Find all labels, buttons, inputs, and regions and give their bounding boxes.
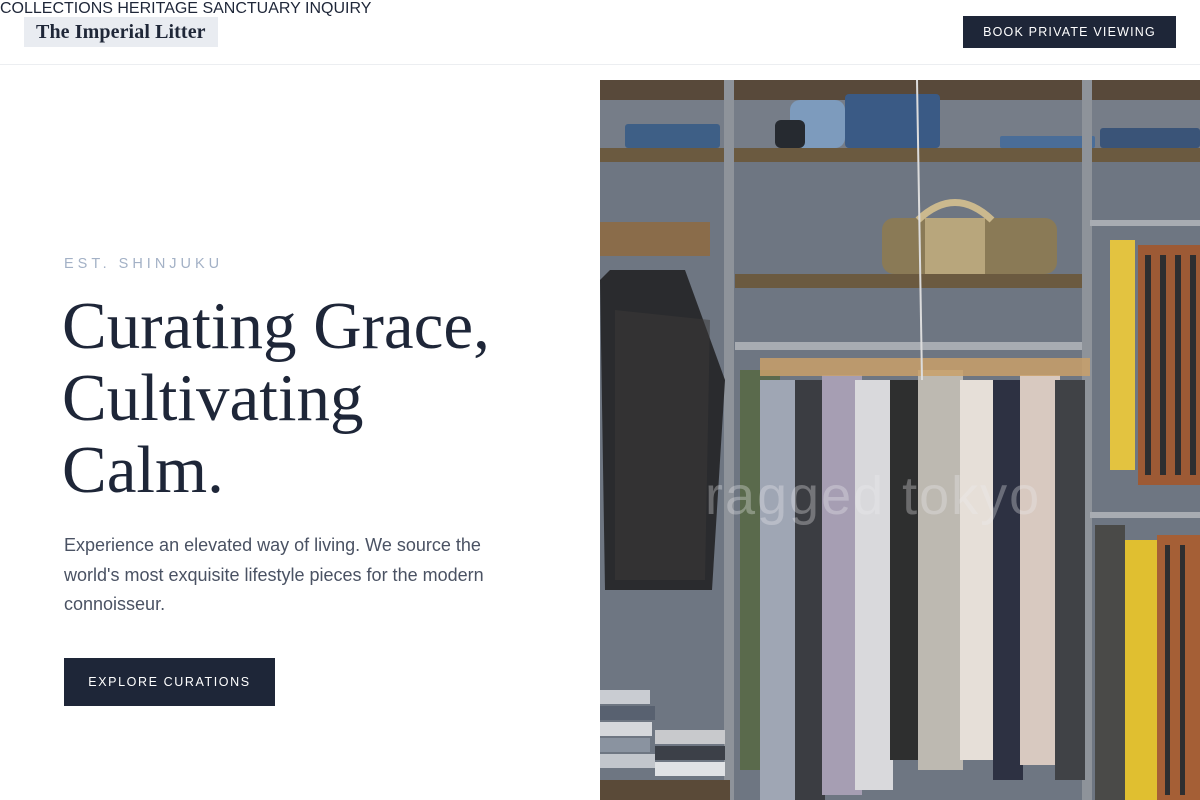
explore-curations-button[interactable]: EXPLORE CURATIONS xyxy=(64,658,275,706)
brand-logo[interactable]: The Imperial Litter xyxy=(24,17,218,47)
hero-image-wardrobe: ragged tokyo xyxy=(600,80,1200,800)
site-header: The Imperial Litter COLLECTIONS HERITAGE… xyxy=(0,0,1200,65)
headline-line-3: Calm. xyxy=(62,433,224,507)
wardrobe-illustration xyxy=(600,80,1200,800)
hero-headline: Curating Grace, Cultivating Calm. xyxy=(62,290,562,506)
hero-eyebrow: EST. SHINJUKU xyxy=(64,256,224,272)
headline-line-1: Curating Grace, xyxy=(62,289,490,363)
hero-lead-text: Experience an elevated way of living. We… xyxy=(64,535,484,614)
nav-item-collections[interactable]: COLLECTIONS xyxy=(0,0,113,17)
nav-item-sanctuary[interactable]: SANCTUARY xyxy=(202,0,300,17)
image-watermark: ragged tokyo xyxy=(705,466,1042,526)
headline-line-2: Cultivating xyxy=(62,361,364,435)
nav-item-inquiry[interactable]: INQUIRY xyxy=(305,0,371,17)
nav-item-heritage[interactable]: HERITAGE xyxy=(117,0,198,17)
book-private-viewing-button[interactable]: BOOK PRIVATE VIEWING xyxy=(963,16,1176,48)
